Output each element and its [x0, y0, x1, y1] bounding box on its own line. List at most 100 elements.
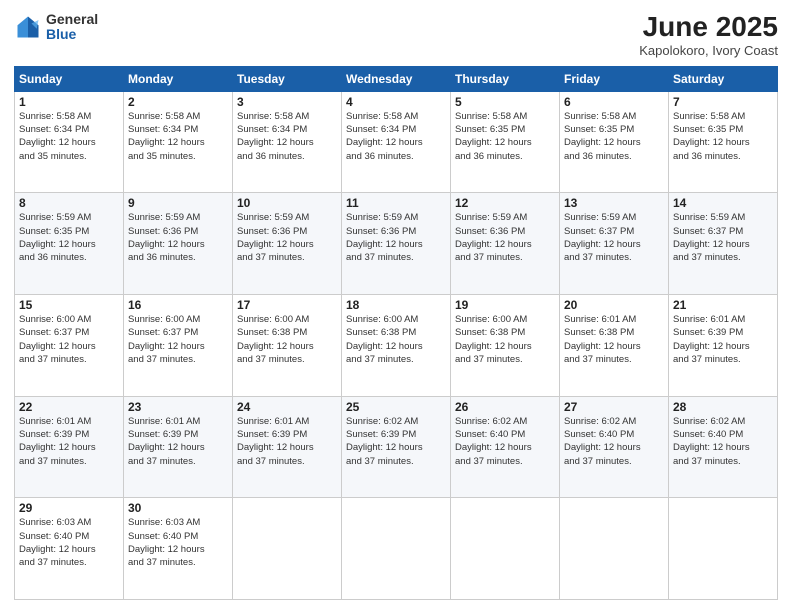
day-info: Sunrise: 6:02 AMSunset: 6:39 PMDaylight:… — [346, 415, 446, 468]
day-number: 4 — [346, 95, 446, 109]
col-header-saturday: Saturday — [669, 66, 778, 91]
day-info: Sunrise: 5:59 AMSunset: 6:36 PMDaylight:… — [455, 211, 555, 264]
day-number: 1 — [19, 95, 119, 109]
day-cell: 28Sunrise: 6:02 AMSunset: 6:40 PMDayligh… — [669, 396, 778, 498]
day-number: 29 — [19, 501, 119, 515]
day-info: Sunrise: 6:01 AMSunset: 6:39 PMDaylight:… — [19, 415, 119, 468]
day-info: Sunrise: 5:58 AMSunset: 6:34 PMDaylight:… — [237, 110, 337, 163]
day-number: 11 — [346, 196, 446, 210]
day-number: 19 — [455, 298, 555, 312]
day-info: Sunrise: 5:59 AMSunset: 6:37 PMDaylight:… — [673, 211, 773, 264]
day-info: Sunrise: 5:59 AMSunset: 6:37 PMDaylight:… — [564, 211, 664, 264]
day-cell: 15Sunrise: 6:00 AMSunset: 6:37 PMDayligh… — [15, 295, 124, 397]
day-number: 9 — [128, 196, 228, 210]
day-info: Sunrise: 6:01 AMSunset: 6:39 PMDaylight:… — [128, 415, 228, 468]
logo-blue: Blue — [46, 27, 98, 42]
day-number: 28 — [673, 400, 773, 414]
day-cell: 5Sunrise: 5:58 AMSunset: 6:35 PMDaylight… — [451, 91, 560, 193]
logo-text: General Blue — [46, 12, 98, 43]
day-cell: 18Sunrise: 6:00 AMSunset: 6:38 PMDayligh… — [342, 295, 451, 397]
day-number: 3 — [237, 95, 337, 109]
day-cell — [233, 498, 342, 600]
day-number: 25 — [346, 400, 446, 414]
day-info: Sunrise: 5:58 AMSunset: 6:34 PMDaylight:… — [128, 110, 228, 163]
week-row-3: 15Sunrise: 6:00 AMSunset: 6:37 PMDayligh… — [15, 295, 778, 397]
day-number: 21 — [673, 298, 773, 312]
day-cell — [451, 498, 560, 600]
day-cell: 9Sunrise: 5:59 AMSunset: 6:36 PMDaylight… — [124, 193, 233, 295]
day-info: Sunrise: 6:00 AMSunset: 6:38 PMDaylight:… — [237, 313, 337, 366]
header: General Blue June 2025 Kapolokoro, Ivory… — [14, 12, 778, 58]
day-info: Sunrise: 6:02 AMSunset: 6:40 PMDaylight:… — [455, 415, 555, 468]
day-cell: 6Sunrise: 5:58 AMSunset: 6:35 PMDaylight… — [560, 91, 669, 193]
day-cell: 25Sunrise: 6:02 AMSunset: 6:39 PMDayligh… — [342, 396, 451, 498]
day-info: Sunrise: 6:03 AMSunset: 6:40 PMDaylight:… — [19, 516, 119, 569]
location-subtitle: Kapolokoro, Ivory Coast — [639, 43, 778, 58]
day-cell: 19Sunrise: 6:00 AMSunset: 6:38 PMDayligh… — [451, 295, 560, 397]
day-number: 18 — [346, 298, 446, 312]
col-header-wednesday: Wednesday — [342, 66, 451, 91]
day-info: Sunrise: 6:02 AMSunset: 6:40 PMDaylight:… — [564, 415, 664, 468]
day-cell: 23Sunrise: 6:01 AMSunset: 6:39 PMDayligh… — [124, 396, 233, 498]
day-cell: 7Sunrise: 5:58 AMSunset: 6:35 PMDaylight… — [669, 91, 778, 193]
day-info: Sunrise: 5:58 AMSunset: 6:34 PMDaylight:… — [19, 110, 119, 163]
day-cell: 27Sunrise: 6:02 AMSunset: 6:40 PMDayligh… — [560, 396, 669, 498]
day-cell: 12Sunrise: 5:59 AMSunset: 6:36 PMDayligh… — [451, 193, 560, 295]
week-row-4: 22Sunrise: 6:01 AMSunset: 6:39 PMDayligh… — [15, 396, 778, 498]
day-cell: 8Sunrise: 5:59 AMSunset: 6:35 PMDaylight… — [15, 193, 124, 295]
col-header-tuesday: Tuesday — [233, 66, 342, 91]
day-number: 15 — [19, 298, 119, 312]
col-header-thursday: Thursday — [451, 66, 560, 91]
day-cell: 2Sunrise: 5:58 AMSunset: 6:34 PMDaylight… — [124, 91, 233, 193]
day-number: 20 — [564, 298, 664, 312]
day-cell: 30Sunrise: 6:03 AMSunset: 6:40 PMDayligh… — [124, 498, 233, 600]
week-row-2: 8Sunrise: 5:59 AMSunset: 6:35 PMDaylight… — [15, 193, 778, 295]
day-number: 16 — [128, 298, 228, 312]
day-number: 17 — [237, 298, 337, 312]
day-cell: 1Sunrise: 5:58 AMSunset: 6:34 PMDaylight… — [15, 91, 124, 193]
calendar-table: SundayMondayTuesdayWednesdayThursdayFrid… — [14, 66, 778, 600]
day-cell — [560, 498, 669, 600]
day-info: Sunrise: 6:01 AMSunset: 6:39 PMDaylight:… — [673, 313, 773, 366]
day-cell: 29Sunrise: 6:03 AMSunset: 6:40 PMDayligh… — [15, 498, 124, 600]
day-info: Sunrise: 5:58 AMSunset: 6:35 PMDaylight:… — [673, 110, 773, 163]
day-number: 2 — [128, 95, 228, 109]
day-number: 8 — [19, 196, 119, 210]
day-info: Sunrise: 6:00 AMSunset: 6:38 PMDaylight:… — [346, 313, 446, 366]
day-info: Sunrise: 5:59 AMSunset: 6:36 PMDaylight:… — [128, 211, 228, 264]
day-cell: 4Sunrise: 5:58 AMSunset: 6:34 PMDaylight… — [342, 91, 451, 193]
day-number: 26 — [455, 400, 555, 414]
week-row-1: 1Sunrise: 5:58 AMSunset: 6:34 PMDaylight… — [15, 91, 778, 193]
day-number: 27 — [564, 400, 664, 414]
col-header-friday: Friday — [560, 66, 669, 91]
day-cell — [669, 498, 778, 600]
day-info: Sunrise: 5:59 AMSunset: 6:36 PMDaylight:… — [237, 211, 337, 264]
day-cell: 26Sunrise: 6:02 AMSunset: 6:40 PMDayligh… — [451, 396, 560, 498]
day-number: 13 — [564, 196, 664, 210]
day-info: Sunrise: 6:00 AMSunset: 6:37 PMDaylight:… — [19, 313, 119, 366]
day-info: Sunrise: 5:58 AMSunset: 6:35 PMDaylight:… — [455, 110, 555, 163]
day-cell — [342, 498, 451, 600]
day-info: Sunrise: 6:03 AMSunset: 6:40 PMDaylight:… — [128, 516, 228, 569]
day-info: Sunrise: 6:01 AMSunset: 6:39 PMDaylight:… — [237, 415, 337, 468]
day-cell: 20Sunrise: 6:01 AMSunset: 6:38 PMDayligh… — [560, 295, 669, 397]
day-number: 12 — [455, 196, 555, 210]
day-cell: 3Sunrise: 5:58 AMSunset: 6:34 PMDaylight… — [233, 91, 342, 193]
logo-general: General — [46, 12, 98, 27]
page: General Blue June 2025 Kapolokoro, Ivory… — [0, 0, 792, 612]
day-cell: 11Sunrise: 5:59 AMSunset: 6:36 PMDayligh… — [342, 193, 451, 295]
day-number: 5 — [455, 95, 555, 109]
day-info: Sunrise: 6:00 AMSunset: 6:37 PMDaylight:… — [128, 313, 228, 366]
day-cell: 21Sunrise: 6:01 AMSunset: 6:39 PMDayligh… — [669, 295, 778, 397]
col-header-monday: Monday — [124, 66, 233, 91]
day-info: Sunrise: 6:01 AMSunset: 6:38 PMDaylight:… — [564, 313, 664, 366]
logo-icon — [14, 13, 42, 41]
col-header-sunday: Sunday — [15, 66, 124, 91]
day-number: 10 — [237, 196, 337, 210]
month-title: June 2025 — [639, 12, 778, 43]
day-number: 6 — [564, 95, 664, 109]
logo: General Blue — [14, 12, 98, 43]
day-cell: 13Sunrise: 5:59 AMSunset: 6:37 PMDayligh… — [560, 193, 669, 295]
day-number: 7 — [673, 95, 773, 109]
day-info: Sunrise: 6:00 AMSunset: 6:38 PMDaylight:… — [455, 313, 555, 366]
